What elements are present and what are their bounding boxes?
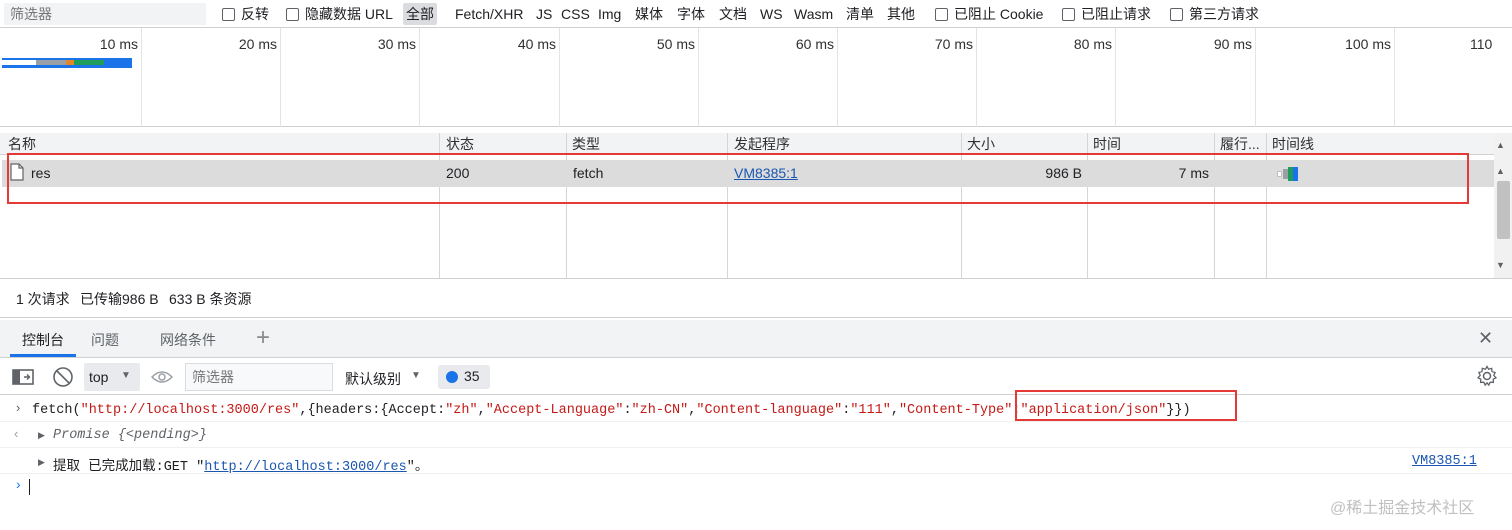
type-filter-css[interactable]: CSS [561,3,590,25]
chevron-down-icon: ▼ [121,370,131,381]
type-filter-other[interactable]: 其他 [887,3,915,25]
overview-tick: 60 ms [795,36,834,52]
promise-result[interactable]: Promise {<pending>} [53,428,207,443]
invert-checkbox[interactable]: 反转 [222,4,269,24]
summary-transferred: 已传输986 B [80,291,159,307]
console-result-line [0,422,1512,448]
live-expression-eye-icon[interactable] [150,369,174,388]
overview-tick: 110 [1470,36,1493,52]
blocked-requests-checkbox[interactable]: 已阻止请求 [1062,4,1151,24]
checkbox-icon [1062,7,1075,21]
type-filter-js[interactable]: JS [536,3,552,25]
type-filter-wasm[interactable]: Wasm [794,3,833,25]
chevron-right-icon: › [16,400,21,415]
overview-gridline [1394,28,1395,127]
blocked-cookies-checkbox[interactable]: 已阻止 Cookie [935,4,1043,24]
fetch-log-message: 提取 已完成加载:GET "http://localhost:3000/res"… [53,460,429,475]
overview-gridline [837,28,838,127]
hide-data-url-checkbox[interactable]: 隐藏数据 URL [286,4,393,24]
log-level-select[interactable]: 默认级别 [345,369,401,389]
log-source-link[interactable]: VM8385:1 [1412,454,1477,469]
type-filter-all[interactable]: 全部 [403,3,437,25]
summary-resources: 633 B 条资源 [169,291,252,307]
scroll-up-icon[interactable]: ▲ [1496,166,1505,176]
network-filter-input[interactable] [4,3,206,25]
overview-gridline [1115,28,1116,127]
tab-console[interactable]: 控制台 [22,330,64,350]
expand-triangle-icon[interactable]: ▶ [38,430,45,441]
checkbox-icon [286,7,299,21]
overview-tick: 90 ms [1213,36,1252,52]
sidebar-toggle-icon[interactable] [12,368,34,389]
type-filter-manifest[interactable]: 清单 [846,3,874,25]
tab-issues[interactable]: 问题 [91,330,119,350]
overview-tick: 40 ms [517,36,556,52]
console-filter-input[interactable] [185,363,333,391]
third-party-checkbox[interactable]: 第三方请求 [1170,4,1259,24]
overview-gridline [698,28,699,127]
overview-gridline [141,28,142,127]
column-header-time[interactable]: 时间 [1088,133,1214,155]
overview-tick: 80 ms [1073,36,1112,52]
tab-network-conditions[interactable]: 网络条件 [160,330,216,350]
column-header-status[interactable]: 状态 [441,133,566,155]
chevron-down-icon: ▼ [411,370,421,381]
overview-gridline [559,28,560,127]
close-drawer-icon[interactable]: ✕ [1478,328,1493,349]
log-url-link[interactable]: http://localhost:3000/res [204,460,407,475]
prompt-chevron-icon: › [16,476,21,492]
overview-gridline [976,28,977,127]
checkbox-icon [935,7,948,21]
scroll-down-icon[interactable]: ▼ [1496,260,1505,270]
overview-request-bar [2,60,132,68]
highlight-box-request-row [7,153,1469,204]
request-table-header: 名称 状态 类型 发起程序 大小 时间 履行... 时间线 [0,133,1494,155]
highlight-box-content-type [1015,390,1237,421]
column-header-fulfilled[interactable]: 履行... [1215,133,1267,155]
scroll-up-icon[interactable]: ▲ [1496,140,1505,150]
type-filter-fetch-xhr[interactable]: Fetch/XHR [455,3,523,25]
drawer-tab-bar [0,320,1512,358]
active-tab-indicator [10,354,76,357]
overview-tick: 30 ms [377,36,416,52]
console-prompt-cursor[interactable] [29,479,30,495]
overview-gridline [1255,28,1256,127]
overview-tick: 50 ms [656,36,695,52]
gear-icon[interactable] [1476,365,1498,390]
column-header-initiator[interactable]: 发起程序 [729,133,961,155]
type-filter-media[interactable]: 媒体 [635,3,663,25]
summary-requests: 1 次请求 [16,291,70,307]
overview-tick: 100 ms [1345,36,1391,52]
column-header-name[interactable]: 名称 [3,133,439,155]
checkbox-icon [1170,7,1183,21]
context-select-value: top [89,369,109,385]
overview-tick: 20 ms [238,36,277,52]
type-filter-doc[interactable]: 文档 [719,3,747,25]
chevron-left-icon: ‹ [14,426,19,441]
clear-console-icon[interactable] [52,366,74,391]
message-icon [446,371,458,383]
checkbox-icon [222,7,235,21]
watermark: @稀土掘金技术社区 [1330,500,1475,517]
column-header-waterfall[interactable]: 时间线 [1267,133,1467,155]
issues-count: 35 [464,368,480,384]
type-filter-img[interactable]: Img [598,3,621,25]
network-overview[interactable]: 10 ms 20 ms 30 ms 40 ms 50 ms 60 ms 70 m… [0,28,1512,127]
column-header-type[interactable]: 类型 [567,133,727,155]
type-filter-font[interactable]: 字体 [677,3,705,25]
column-header-size[interactable]: 大小 [962,133,1087,155]
add-tab-icon[interactable]: + [256,324,270,352]
overview-tick: 70 ms [934,36,973,52]
overview-gridline [419,28,420,127]
type-filter-ws[interactable]: WS [760,3,783,25]
expand-triangle-icon[interactable]: ▶ [38,457,45,468]
table-scrollbar-thumb[interactable] [1497,181,1510,239]
overview-gridline [280,28,281,127]
overview-tick: 10 ms [99,36,138,52]
